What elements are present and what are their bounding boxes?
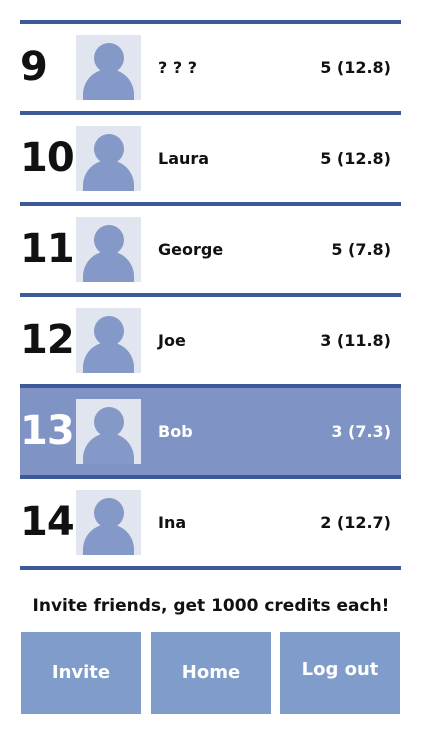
rank-number: 12 xyxy=(20,317,75,363)
player-name: Joe xyxy=(158,331,186,350)
player-score: 3 (7.3) xyxy=(331,422,391,441)
player-name: George xyxy=(158,240,224,259)
player-name: Laura xyxy=(158,149,210,168)
rank-number: 10 xyxy=(20,135,75,181)
row-divider xyxy=(20,566,401,570)
leaderboard-row[interactable]: 11 George 5 (7.8) xyxy=(20,206,401,293)
invite-button[interactable]: Invite xyxy=(21,632,141,714)
invite-promo-text: Invite friends, get 1000 credits each! xyxy=(32,596,390,616)
player-score: 2 (12.7) xyxy=(320,513,391,532)
player-name: Ina xyxy=(158,513,187,532)
leaderboard-row-current-player[interactable]: 13 Bob 3 (7.3) xyxy=(20,388,401,475)
avatar-icon xyxy=(76,399,141,464)
leaderboard-row[interactable]: 10 Laura 5 (12.8) xyxy=(20,115,401,202)
rank-number: 11 xyxy=(20,226,75,272)
avatar-icon xyxy=(76,126,141,191)
leaderboard-row[interactable]: 14 Ina 2 (12.7) xyxy=(20,479,401,566)
player-score: 3 (11.8) xyxy=(320,331,391,350)
avatar-icon xyxy=(76,35,141,100)
rank-number: 13 xyxy=(20,408,75,454)
avatar-icon xyxy=(76,308,141,373)
home-button[interactable]: Home xyxy=(151,632,271,714)
rank-number: 9 xyxy=(20,44,48,90)
avatar-icon xyxy=(76,217,141,282)
rank-number: 14 xyxy=(20,499,75,545)
leaderboard: 9 ? ? ? 5 (12.8) 10 Laura 5 (12.8) 11 Ge… xyxy=(20,20,401,570)
player-score: 5 (12.8) xyxy=(320,58,391,77)
player-name: ? ? ? xyxy=(158,58,197,77)
player-score: 5 (12.8) xyxy=(320,149,391,168)
player-name: Bob xyxy=(158,422,193,441)
leaderboard-row[interactable]: 12 Joe 3 (11.8) xyxy=(20,297,401,384)
logout-button[interactable]: Log out xyxy=(280,632,400,714)
leaderboard-row[interactable]: 9 ? ? ? 5 (12.8) xyxy=(20,24,401,111)
avatar-icon xyxy=(76,490,141,555)
player-score: 5 (7.8) xyxy=(331,240,391,259)
